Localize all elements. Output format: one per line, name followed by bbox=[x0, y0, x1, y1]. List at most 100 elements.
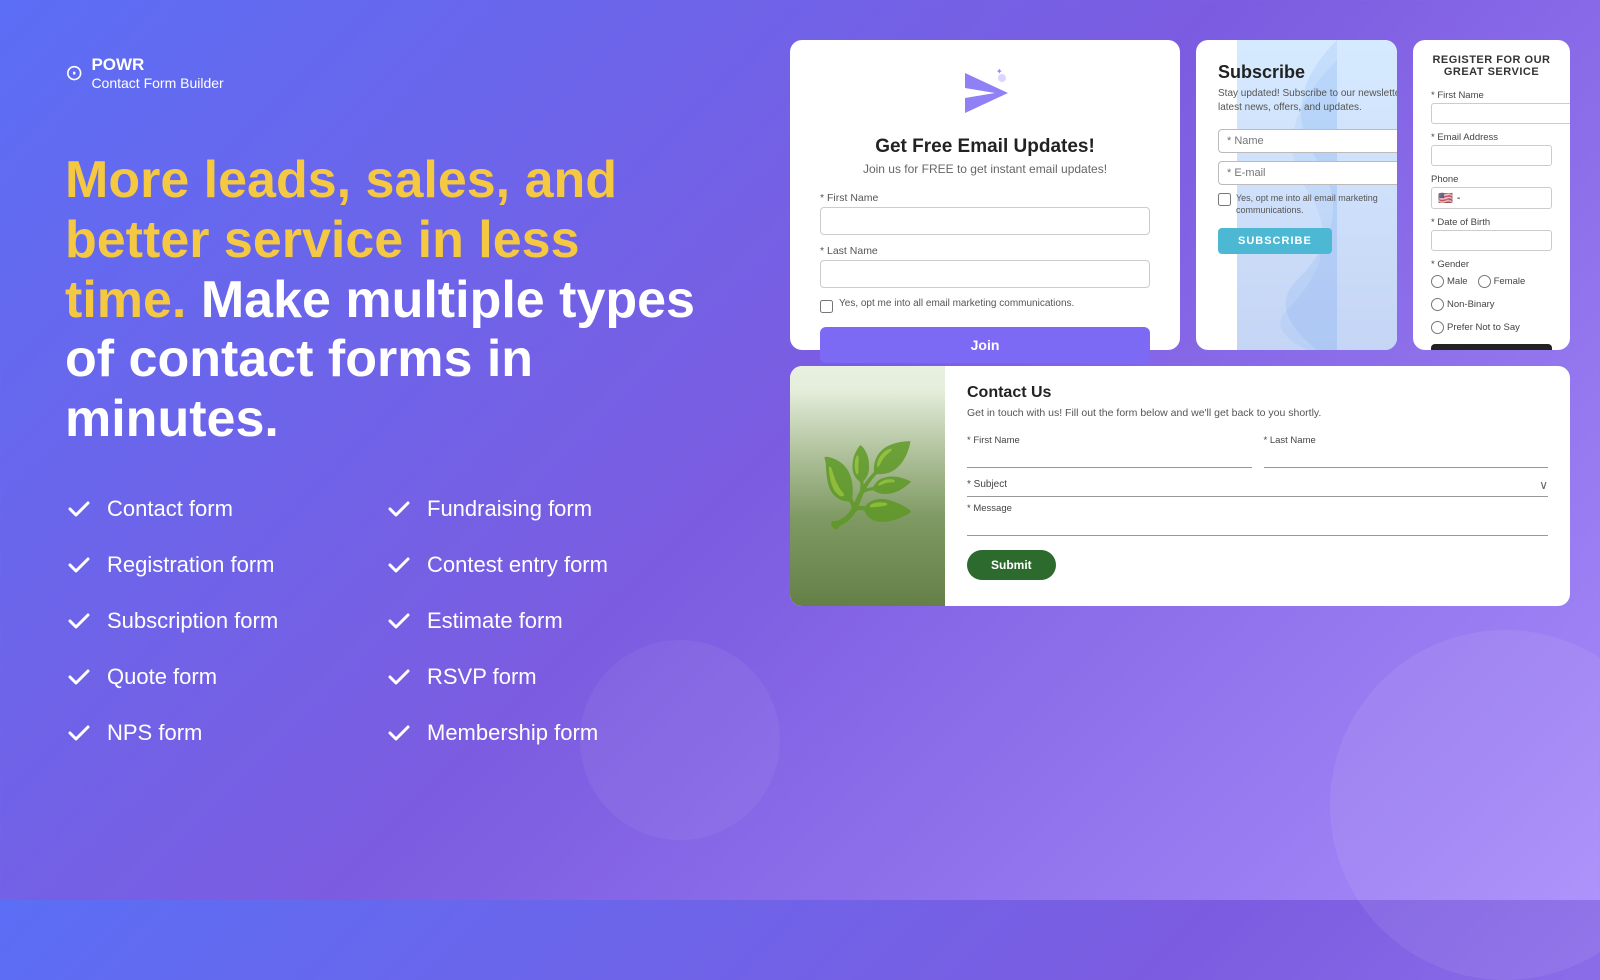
gender-prefer-not-label: Prefer Not to Say bbox=[1447, 322, 1520, 333]
reg-phone-input[interactable]: 🇺🇸 - bbox=[1431, 187, 1552, 209]
flag-icon: 🇺🇸 bbox=[1438, 191, 1453, 205]
checkbox-row: Yes, opt me into all email marketing com… bbox=[820, 298, 1150, 313]
email-form-title: Get Free Email Updates! bbox=[875, 136, 1095, 158]
subscribe-title: Subscribe bbox=[1218, 62, 1397, 83]
features-col1: Contact form Registration form Subscript… bbox=[65, 495, 375, 747]
check-icon bbox=[385, 663, 413, 691]
reg-gender-label: * Gender bbox=[1431, 259, 1552, 270]
features-col2: Fundraising form Contest entry form Esti… bbox=[385, 495, 695, 747]
brand-subtitle: Contact Form Builder bbox=[91, 75, 223, 91]
contact-message-input[interactable] bbox=[967, 517, 1548, 536]
contact-subject-row[interactable]: * Subject ∨ bbox=[967, 474, 1548, 497]
check-icon bbox=[65, 719, 93, 747]
paper-plane-icon: ✦ bbox=[960, 68, 1010, 128]
feature-estimate-form: Estimate form bbox=[385, 607, 695, 635]
gender-nonbinary-label: Non-Binary bbox=[1447, 299, 1495, 310]
gender-prefer-not[interactable]: Prefer Not to Say bbox=[1431, 321, 1520, 334]
subscribe-checkbox[interactable] bbox=[1218, 193, 1231, 206]
forms-top-row: ✦ Get Free Email Updates! Join us for FR… bbox=[790, 40, 1570, 350]
right-panel: ✦ Get Free Email Updates! Join us for FR… bbox=[760, 0, 1600, 900]
register-title: REGISTER FOR OUR GREAT SERVICE bbox=[1431, 54, 1552, 78]
reg-email-group: * Email Address bbox=[1431, 132, 1552, 166]
gender-female[interactable]: Female bbox=[1478, 275, 1526, 288]
reg-dob-input[interactable] bbox=[1431, 230, 1552, 251]
register-button[interactable]: REGISTER bbox=[1431, 344, 1552, 350]
contact-subtitle: Get in touch with us! Fill out the form … bbox=[967, 406, 1548, 421]
feature-nps-form: NPS form bbox=[65, 719, 375, 747]
check-icon bbox=[385, 495, 413, 523]
features-grid: Contact form Registration form Subscript… bbox=[65, 495, 695, 747]
gender-female-label: Female bbox=[1494, 276, 1526, 287]
contact-subject-label: * Subject bbox=[967, 479, 1007, 490]
feature-contact-form: Contact form bbox=[65, 495, 375, 523]
brand-name: POWR bbox=[91, 55, 223, 75]
chevron-down-icon: ∨ bbox=[1539, 478, 1548, 492]
subscribe-button[interactable]: SUBSCRIBE bbox=[1218, 228, 1332, 254]
join-button[interactable]: Join bbox=[820, 327, 1150, 363]
subscribe-name-input[interactable] bbox=[1218, 129, 1397, 153]
check-icon bbox=[385, 607, 413, 635]
contact-body: Contact Us Get in touch with us! Fill ou… bbox=[945, 366, 1570, 606]
check-icon bbox=[65, 551, 93, 579]
feature-label: Registration form bbox=[107, 552, 275, 578]
contact-last-name-input[interactable] bbox=[1264, 449, 1549, 468]
marketing-checkbox[interactable] bbox=[820, 300, 833, 313]
gender-male[interactable]: Male bbox=[1431, 275, 1468, 288]
reg-first-name-input[interactable] bbox=[1431, 103, 1570, 124]
feature-registration-form: Registration form bbox=[65, 551, 375, 579]
reg-dob-group: * Date of Birth bbox=[1431, 217, 1552, 251]
subscribe-subtitle: Stay updated! Subscribe to our newslette… bbox=[1218, 87, 1397, 115]
gender-female-radio[interactable] bbox=[1478, 275, 1491, 288]
gender-male-label: Male bbox=[1447, 276, 1468, 287]
reg-dob-label: * Date of Birth bbox=[1431, 217, 1552, 228]
email-form-card: ✦ Get Free Email Updates! Join us for FR… bbox=[790, 40, 1180, 350]
feature-label: Quote form bbox=[107, 664, 217, 690]
feature-label: Contact form bbox=[107, 496, 233, 522]
phone-dash: - bbox=[1457, 193, 1460, 204]
contact-name-row: * First Name * Last Name bbox=[967, 435, 1548, 468]
feature-label: Contest entry form bbox=[427, 552, 608, 578]
gender-nonbinary[interactable]: Non-Binary bbox=[1431, 298, 1495, 311]
first-name-input[interactable] bbox=[820, 207, 1150, 235]
last-name-input[interactable] bbox=[820, 260, 1150, 288]
left-panel: ⊙ POWR Contact Form Builder More leads, … bbox=[0, 0, 760, 900]
checkbox-label: Yes, opt me into all email marketing com… bbox=[839, 298, 1074, 309]
reg-email-input[interactable] bbox=[1431, 145, 1552, 166]
reg-phone-group: Phone 🇺🇸 - bbox=[1431, 174, 1552, 209]
gender-male-radio[interactable] bbox=[1431, 275, 1444, 288]
logo-text: POWR Contact Form Builder bbox=[91, 55, 223, 91]
check-icon bbox=[65, 495, 93, 523]
gender-nonbinary-radio[interactable] bbox=[1431, 298, 1444, 311]
feature-contest-entry-form: Contest entry form bbox=[385, 551, 695, 579]
hero-headline: More leads, sales, and better service in… bbox=[65, 151, 695, 450]
forms-bottom-row: 🌿 Contact Us Get in touch with us! Fill … bbox=[790, 366, 1570, 606]
gender-prefer-not-radio[interactable] bbox=[1431, 321, 1444, 334]
subscribe-content: Subscribe Stay updated! Subscribe to our… bbox=[1218, 62, 1397, 254]
contact-last-name-group: * Last Name bbox=[1264, 435, 1549, 468]
feature-label: RSVP form bbox=[427, 664, 537, 690]
logo-icon: ⊙ bbox=[65, 60, 83, 86]
subscribe-checkbox-label: Yes, opt me into all email marketing com… bbox=[1236, 193, 1397, 216]
feature-label: Subscription form bbox=[107, 608, 278, 634]
check-icon bbox=[385, 551, 413, 579]
reg-first-name-group: * First Name bbox=[1431, 90, 1570, 124]
register-form-card: HELLO REGISTER FOR OUR GREAT SERVICE * F… bbox=[1413, 40, 1570, 350]
contact-first-name-input[interactable] bbox=[967, 449, 1252, 468]
reg-phone-label: Phone bbox=[1431, 174, 1552, 185]
svg-text:✦: ✦ bbox=[996, 68, 1003, 76]
contact-message-group: * Message bbox=[967, 503, 1548, 536]
check-icon bbox=[385, 719, 413, 747]
feature-fundraising-form: Fundraising form bbox=[385, 495, 695, 523]
feature-membership-form: Membership form bbox=[385, 719, 695, 747]
feature-label: NPS form bbox=[107, 720, 202, 746]
contact-image: 🌿 bbox=[790, 366, 945, 606]
check-icon bbox=[65, 663, 93, 691]
email-form-subtitle: Join us for FREE to get instant email up… bbox=[863, 162, 1107, 176]
contact-message-label: * Message bbox=[967, 503, 1548, 514]
subscribe-form-card: Subscribe Stay updated! Subscribe to our… bbox=[1196, 40, 1397, 350]
check-icon bbox=[65, 607, 93, 635]
subscribe-email-input[interactable] bbox=[1218, 161, 1397, 185]
reg-email-label: * Email Address bbox=[1431, 132, 1552, 143]
contact-first-name-label: * First Name bbox=[967, 435, 1252, 446]
contact-submit-button[interactable]: Submit bbox=[967, 550, 1056, 580]
